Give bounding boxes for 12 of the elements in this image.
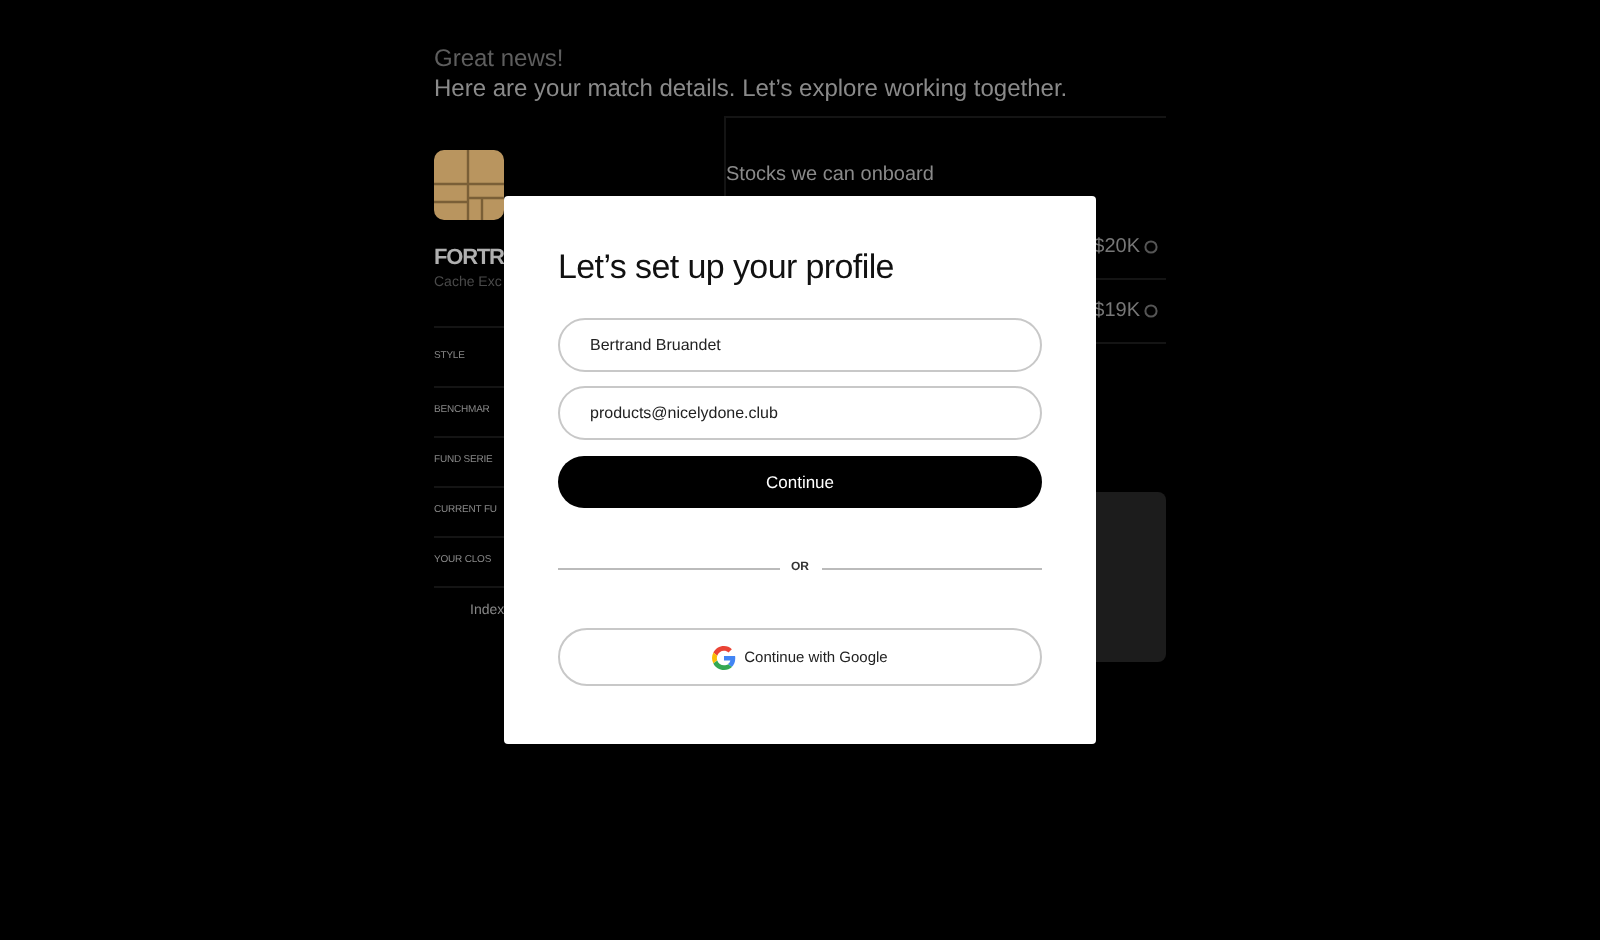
text-field[interactable]: products@nicelydone.club xyxy=(558,386,1042,440)
info-icon xyxy=(1144,304,1158,318)
stocks-title: Stocks we can onboard xyxy=(726,164,936,188)
info-icon xyxy=(1144,240,1158,254)
text-field[interactable]: Bertrand Bruandet xyxy=(558,318,1042,372)
continue-button[interactable]: Continue xyxy=(558,456,1042,508)
google-icon xyxy=(712,645,737,669)
chip-icon xyxy=(434,150,504,220)
headline: Here are your match details. Let’s explore working together. xyxy=(434,74,1070,104)
dialog-title: Let’s set up your profile xyxy=(558,248,896,288)
eyebrow-text: Great news! xyxy=(434,44,566,74)
fund-name: FORTR xyxy=(434,244,504,274)
